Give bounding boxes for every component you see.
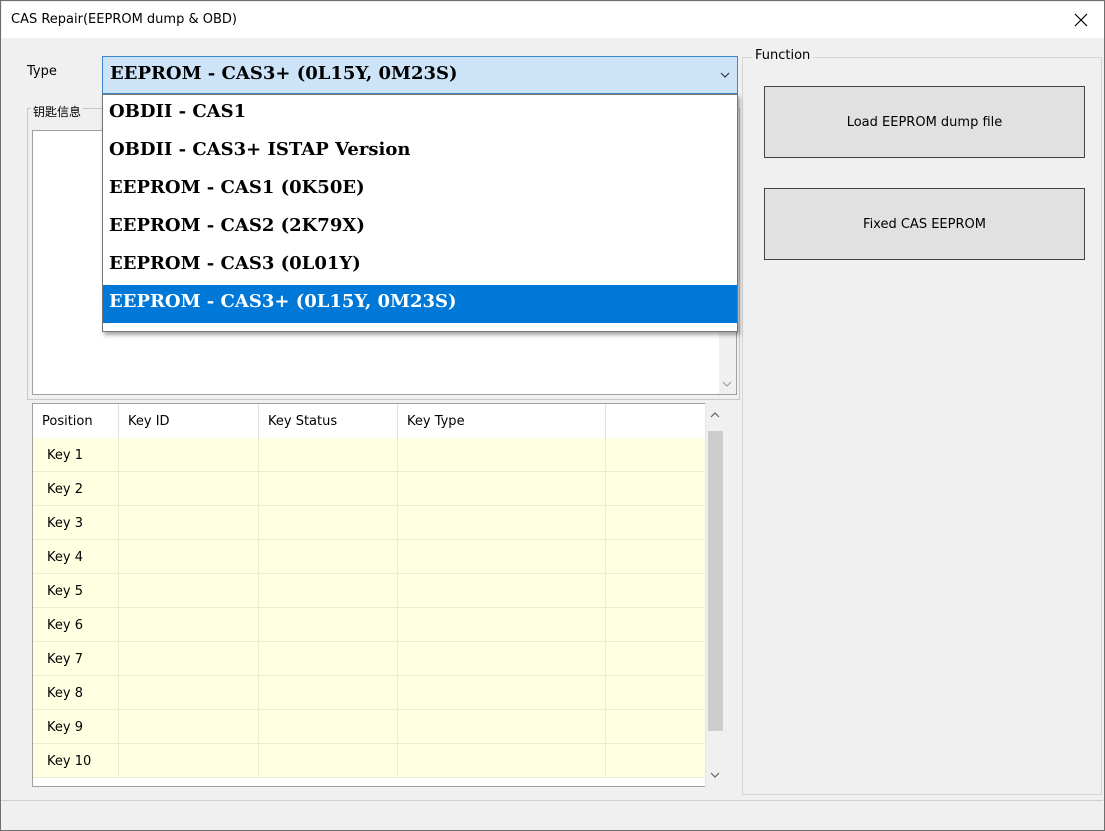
load-eeprom-dump-button[interactable]: Load EEPROM dump file xyxy=(764,86,1085,158)
table-cell xyxy=(119,642,259,676)
function-label: Function xyxy=(752,48,814,63)
table-row[interactable]: Key 7 xyxy=(33,642,705,676)
scroll-thumb[interactable] xyxy=(708,431,723,731)
table-cell-position: Key 6 xyxy=(33,608,119,642)
table-cell xyxy=(259,710,398,744)
table-cell-position: Key 5 xyxy=(33,574,119,608)
key-table-scrollbar[interactable] xyxy=(705,403,724,787)
fixed-cas-eeprom-button[interactable]: Fixed CAS EEPROM xyxy=(764,188,1085,260)
table-cell xyxy=(398,472,606,506)
type-dropdown-list[interactable]: OBDII - CAS1 OBDII - CAS3+ ISTAP Version E… xyxy=(102,94,738,332)
table-cell xyxy=(119,676,259,710)
table-row[interactable]: Key 6 xyxy=(33,608,705,642)
table-row[interactable]: Key 3 xyxy=(33,506,705,540)
table-cell xyxy=(398,676,606,710)
table-cell xyxy=(398,710,606,744)
title-bar: CAS Repair(EEPROM dump & OBD) xyxy=(2,2,1104,38)
table-cell xyxy=(398,744,606,778)
table-cell xyxy=(259,472,398,506)
table-cell xyxy=(259,438,398,472)
table-cell xyxy=(119,744,259,778)
key-info-label: 钥匙信息 xyxy=(31,103,84,120)
table-cell-position: Key 9 xyxy=(33,710,119,744)
type-combobox[interactable]: EEPROM - CAS3+ (0L15Y, 0M23S) xyxy=(102,56,738,94)
dropdown-option[interactable]: EEPROM - CAS1 (0K50E) xyxy=(103,171,737,209)
dropdown-option[interactable]: EEPROM - CAS2 (2K79X) xyxy=(103,209,737,247)
table-row[interactable]: Key 10 xyxy=(33,744,705,778)
table-cell xyxy=(119,710,259,744)
chevron-down-icon xyxy=(720,72,730,78)
table-cell xyxy=(119,438,259,472)
table-row[interactable]: Key 9 xyxy=(33,710,705,744)
function-group xyxy=(742,57,1102,795)
table-cell xyxy=(398,608,606,642)
type-label: Type xyxy=(27,64,57,79)
column-header-key-id[interactable]: Key ID xyxy=(119,404,259,438)
table-cell xyxy=(398,540,606,574)
table-cell-position: Key 3 xyxy=(33,506,119,540)
table-row[interactable]: Key 2 xyxy=(33,472,705,506)
status-bar xyxy=(1,800,1103,829)
table-cell xyxy=(119,574,259,608)
table-cell xyxy=(398,574,606,608)
table-row[interactable]: Key 1 xyxy=(33,438,705,472)
dropdown-option[interactable]: OBDII - CAS3+ ISTAP Version xyxy=(103,133,737,171)
table-row[interactable]: Key 4 xyxy=(33,540,705,574)
table-cell xyxy=(398,506,606,540)
close-button[interactable] xyxy=(1058,2,1104,38)
table-cell xyxy=(119,472,259,506)
table-cell xyxy=(259,506,398,540)
dropdown-option[interactable]: EEPROM - CAS3 (0L01Y) xyxy=(103,247,737,285)
column-header-key-status[interactable]: Key Status xyxy=(259,404,398,438)
table-cell-position: Key 7 xyxy=(33,642,119,676)
table-cell-position: Key 1 xyxy=(33,438,119,472)
table-cell xyxy=(398,438,606,472)
close-icon xyxy=(1074,13,1088,27)
table-cell xyxy=(119,506,259,540)
table-cell xyxy=(259,574,398,608)
key-table-header: Position Key ID Key Status Key Type xyxy=(33,404,705,438)
column-header-key-type[interactable]: Key Type xyxy=(398,404,606,438)
window-title: CAS Repair(EEPROM dump & OBD) xyxy=(11,12,237,27)
dropdown-option[interactable]: EEPROM - CAS3+ (0L15Y, 0M23S) xyxy=(103,285,737,323)
table-cell xyxy=(259,642,398,676)
table-cell xyxy=(259,608,398,642)
scroll-down-icon[interactable] xyxy=(710,771,720,779)
key-table: Position Key ID Key Status Key Type Key … xyxy=(32,403,724,787)
scroll-up-icon[interactable] xyxy=(710,411,720,419)
table-row[interactable]: Key 5 xyxy=(33,574,705,608)
type-combobox-value: EEPROM - CAS3+ (0L15Y, 0M23S) xyxy=(110,63,458,84)
dropdown-option[interactable]: OBDII - CAS1 xyxy=(103,95,737,133)
table-cell xyxy=(259,540,398,574)
table-cell-position: Key 2 xyxy=(33,472,119,506)
table-cell xyxy=(259,676,398,710)
table-cell-position: Key 4 xyxy=(33,540,119,574)
table-cell xyxy=(398,642,606,676)
table-cell xyxy=(119,540,259,574)
column-header-position[interactable]: Position xyxy=(33,404,119,438)
scroll-down-icon[interactable] xyxy=(722,380,732,388)
table-cell xyxy=(259,744,398,778)
table-cell-position: Key 8 xyxy=(33,676,119,710)
table-cell xyxy=(119,608,259,642)
table-row[interactable]: Key 8 xyxy=(33,676,705,710)
table-cell-position: Key 10 xyxy=(33,744,119,778)
